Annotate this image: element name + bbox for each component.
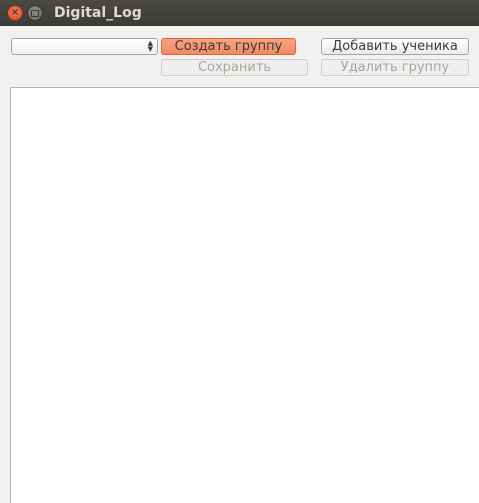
add-student-button[interactable]: Добавить ученика — [321, 38, 469, 55]
delete-group-button[interactable]: Удалить группу — [321, 59, 469, 76]
create-group-button[interactable]: Создать группу — [161, 38, 296, 55]
content-area[interactable] — [10, 87, 479, 503]
close-icon: × — [10, 7, 20, 18]
maximize-icon — [31, 9, 39, 17]
close-button[interactable]: × — [7, 5, 23, 21]
chevron-updown-icon: ▲ ▼ — [147, 39, 153, 53]
app-window: × Digital_Log ▲ ▼ Создать группу Добавить… — [0, 0, 479, 503]
save-button[interactable]: Сохранить — [161, 59, 308, 76]
title-bar: × Digital_Log — [0, 0, 479, 26]
window-title: Digital_Log — [54, 5, 142, 21]
maximize-button[interactable] — [27, 5, 43, 21]
group-select[interactable]: ▲ ▼ — [11, 38, 158, 55]
